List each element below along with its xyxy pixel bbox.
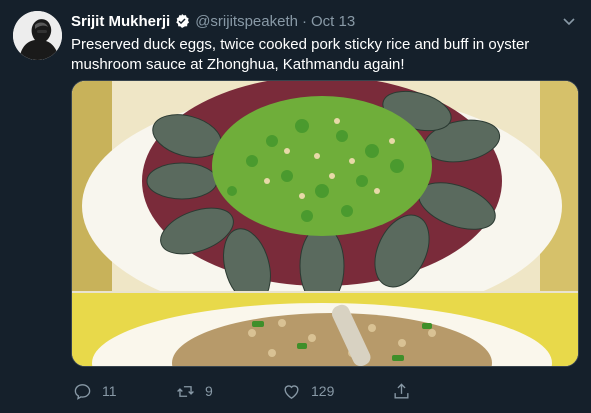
verified-badge-icon <box>174 13 190 29</box>
reply-count: 11 <box>102 383 117 399</box>
avatar[interactable] <box>13 11 62 60</box>
tweet-header: Srijit Mukherji @srijitspeaketh · Oct 13 <box>71 11 571 31</box>
caret-down-icon[interactable] <box>561 13 577 29</box>
like-icon <box>284 384 299 399</box>
like-button[interactable]: 129 <box>282 382 334 401</box>
author-name[interactable]: Srijit Mukherji <box>71 13 170 30</box>
retweet-icon <box>177 385 194 397</box>
author-handle[interactable]: @srijitspeaketh <box>195 13 298 30</box>
share-button[interactable] <box>392 382 411 401</box>
reply-icon <box>74 383 91 400</box>
photo-duck-eggs[interactable] <box>72 81 578 291</box>
tweet-date[interactable]: Oct 13 <box>311 13 355 30</box>
action-bar: 11 9 129 <box>71 380 511 402</box>
reply-button[interactable]: 11 <box>73 382 117 401</box>
retweet-count: 9 <box>205 383 213 399</box>
tweet-text: Preserved duck eggs, twice cooked pork s… <box>71 36 530 73</box>
retweet-button[interactable]: 9 <box>176 382 213 401</box>
media-grid <box>71 80 579 367</box>
photo-sticky-rice[interactable] <box>72 293 578 366</box>
share-icon <box>394 382 409 399</box>
like-count: 129 <box>311 383 335 399</box>
header-separator: · <box>301 12 307 30</box>
